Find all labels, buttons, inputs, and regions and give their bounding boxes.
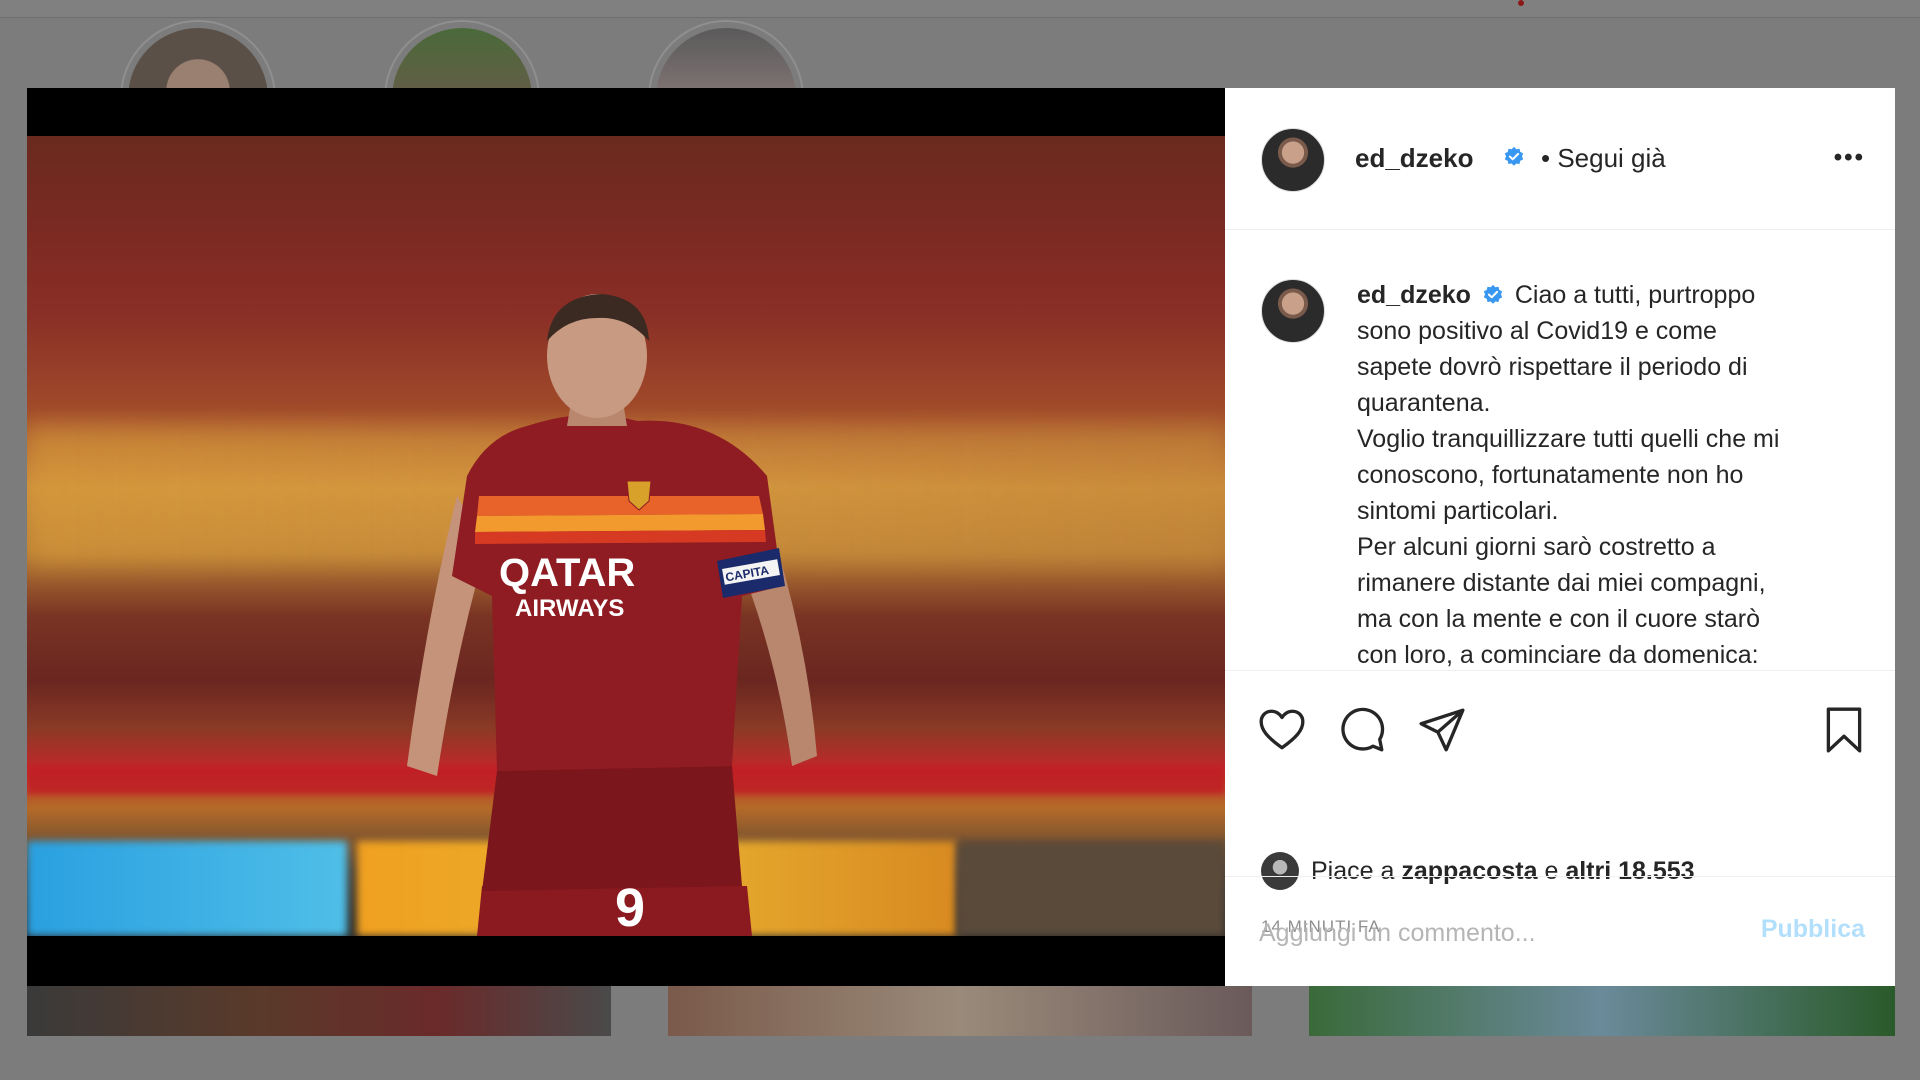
caption-line: conoscono, fortunatamente non ho (1357, 461, 1744, 489)
background-post-thumbnail[interactable] (27, 984, 611, 1036)
bookmark-icon[interactable] (1819, 705, 1869, 755)
post-modal: CAPITA QATAR AIRWAYS 9 ed_dzeko • Segui … (27, 88, 1895, 986)
caption-line: ma con la mente e con il cuore starò (1357, 605, 1760, 633)
sponsor-line-1: QATAR (499, 551, 635, 595)
post-photo: CAPITA QATAR AIRWAYS 9 (27, 136, 1225, 936)
caption-line: quarantena. (1357, 389, 1491, 417)
caption-line: Ciao a tutti, purtroppo (1514, 281, 1756, 309)
caption-line: rimanere distante dai miei compagni, (1357, 569, 1766, 597)
caption-author-avatar[interactable] (1261, 279, 1325, 343)
comment-icon[interactable] (1337, 705, 1387, 755)
post-media[interactable]: CAPITA QATAR AIRWAYS 9 (27, 88, 1225, 986)
heart-icon[interactable] (1257, 705, 1307, 755)
notification-dot (1518, 0, 1524, 6)
caption-line: sapete dovrò rispettare il periodo di (1357, 353, 1748, 381)
player-figure: CAPITA QATAR AIRWAYS 9 (407, 294, 817, 936)
comment-input[interactable] (1259, 915, 1739, 951)
post-side-panel: ed_dzeko • Segui già ••• ed_dzeko Ciao a… (1225, 88, 1895, 986)
shirt-number: 9 (615, 878, 645, 936)
post-header: ed_dzeko • Segui già ••• (1225, 88, 1895, 230)
background-topbar (0, 0, 1920, 18)
comment-box: Pubblica (1225, 876, 1895, 986)
caption-line: Voglio tranquillizzare tutti quelli che … (1357, 425, 1780, 453)
sponsor-line-2: AIRWAYS (515, 595, 624, 622)
verified-icon (1483, 284, 1503, 304)
caption-line: con loro, a cominciare da domenica: (1357, 641, 1759, 669)
background-post-thumbnail[interactable] (1309, 984, 1895, 1036)
publish-button[interactable]: Pubblica (1761, 915, 1865, 944)
caption-text: ed_dzeko Ciao a tutti, purtroppo sono po… (1357, 277, 1857, 670)
caption-area: ed_dzeko Ciao a tutti, purtroppo sono po… (1225, 231, 1895, 671)
background-post-thumbnail[interactable] (668, 984, 1252, 1036)
caption-username[interactable]: ed_dzeko (1357, 281, 1471, 309)
follow-status-button[interactable]: • Segui già (1541, 143, 1666, 174)
caption-line: sintomi particolari. (1357, 497, 1559, 525)
caption-line: sono positivo al Covid19 e come (1357, 317, 1717, 345)
caption-line: Per alcuni giorni sarò costretto a (1357, 533, 1716, 561)
author-username[interactable]: ed_dzeko (1355, 143, 1474, 174)
more-icon[interactable]: ••• (1834, 144, 1865, 172)
author-avatar[interactable] (1261, 128, 1325, 192)
share-icon[interactable] (1417, 705, 1467, 755)
verified-icon (1504, 146, 1524, 166)
